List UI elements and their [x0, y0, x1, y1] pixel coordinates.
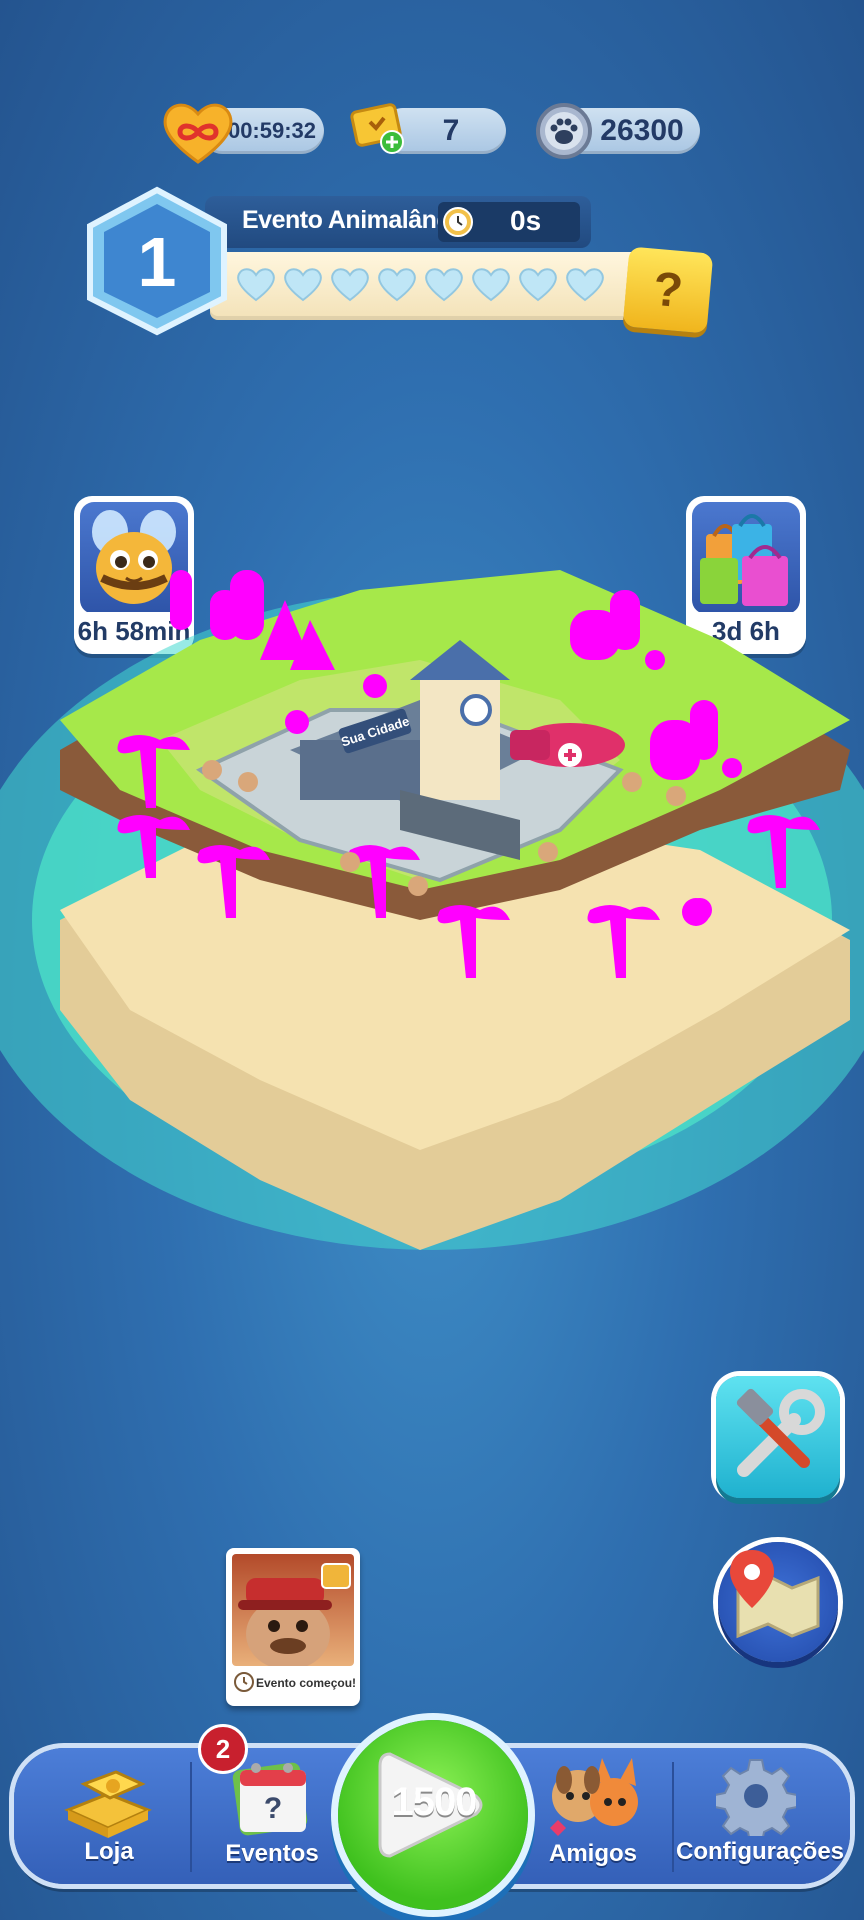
heart-slot-icon: [566, 268, 604, 302]
island-map[interactable]: Sua Cidade: [0, 560, 864, 1320]
heart-slot-icon: [237, 268, 275, 302]
nav-friends-label: Amigos: [548, 1840, 637, 1867]
event-card-caption: Evento começou!: [256, 1676, 357, 1690]
level-number: 1: [138, 223, 177, 301]
world-map-button[interactable]: [718, 1542, 838, 1662]
nav-friends[interactable]: Amigos: [518, 1752, 668, 1880]
tools-icon: [736, 1388, 825, 1477]
nav-settings-label: Configurações: [676, 1838, 845, 1865]
event-title: Evento Animalândia: [242, 206, 472, 234]
nav-divider: [672, 1762, 674, 1872]
tickets-count: 7: [442, 114, 460, 147]
nav-shop[interactable]: Loja: [30, 1752, 188, 1880]
gear-icon: [716, 1759, 796, 1836]
mystery-reward-box[interactable]: ?: [622, 246, 714, 334]
heart-slot-icon: [378, 268, 416, 302]
svg-text:?: ?: [264, 1792, 282, 1825]
heart-slot-icon: [284, 268, 322, 302]
mystery-label: ?: [651, 262, 685, 318]
pets-icon: [550, 1758, 638, 1836]
heart-slot-icon: [472, 268, 510, 302]
event-started-card[interactable]: Evento começou!: [226, 1548, 360, 1706]
infinity-heart-icon: [163, 103, 233, 164]
nav-events-label: Eventos: [225, 1840, 319, 1867]
walrus-character-icon: [238, 1563, 351, 1670]
event-timer: 0s: [510, 205, 542, 236]
build-tools-button[interactable]: [716, 1376, 840, 1498]
map-pin-icon: [730, 1550, 820, 1639]
paw-coin-icon: [536, 103, 592, 159]
heart-slot-icon: [331, 268, 369, 302]
level-badge[interactable]: 1: [84, 186, 230, 336]
clock-icon: [234, 1672, 254, 1692]
clock-icon: [443, 207, 473, 237]
play-cost: 1500: [391, 1780, 478, 1824]
heart-slot-icon: [519, 268, 557, 302]
gold-bars-icon: [64, 1770, 152, 1838]
nav-settings[interactable]: Configurações: [676, 1752, 845, 1880]
events-badge: 2: [198, 1724, 248, 1774]
event-card-art: [232, 1554, 354, 1670]
ticket-plus-icon[interactable]: [350, 100, 408, 156]
heart-slot-icon: [425, 268, 463, 302]
paws-count: 26300: [600, 114, 684, 147]
nav-shop-label: Loja: [84, 1838, 134, 1865]
calendar-icon: ?: [232, 1762, 308, 1836]
lives-timer: 00:59:32: [227, 118, 317, 143]
